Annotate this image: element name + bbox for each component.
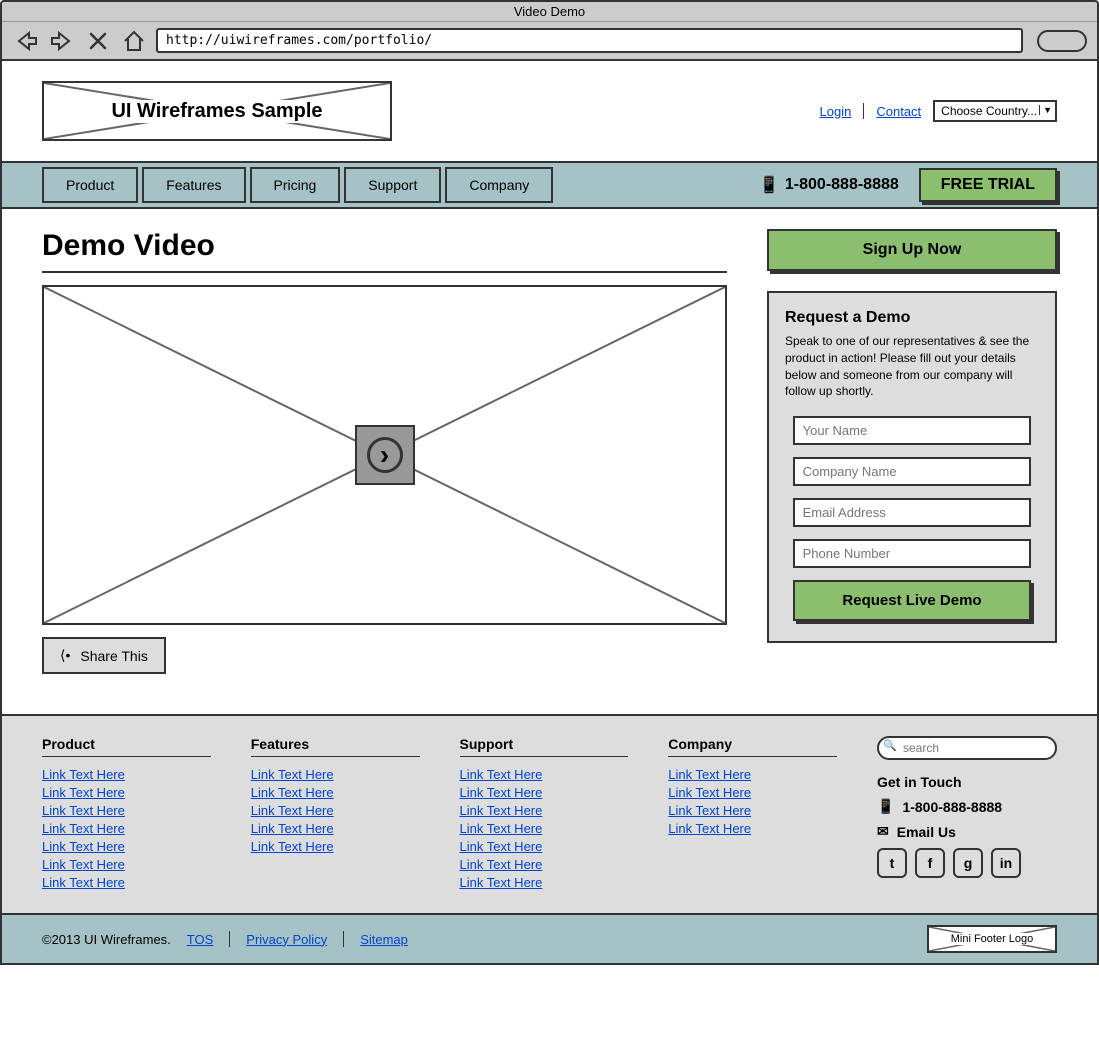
footer-col-title: Support — [460, 736, 629, 752]
nav-tab-company[interactable]: Company — [445, 167, 553, 203]
footer-link[interactable]: Link Text Here — [668, 803, 837, 818]
share-button[interactable]: ⟨• Share This — [42, 637, 166, 674]
nav-tab-features[interactable]: Features — [142, 167, 245, 203]
back-button[interactable] — [12, 29, 40, 53]
footer-link[interactable]: Link Text Here — [668, 785, 837, 800]
facebook-icon[interactable]: f — [915, 848, 945, 878]
mini-footer-logo[interactable]: Mini Footer Logo — [927, 925, 1057, 953]
footer-link[interactable]: Link Text Here — [460, 875, 629, 890]
nav-tab-support[interactable]: Support — [344, 167, 441, 203]
footer-col-title: Features — [251, 736, 420, 752]
footer-link[interactable]: Link Text Here — [460, 785, 629, 800]
footer-col-title: Product — [42, 736, 211, 752]
footer-link[interactable]: Link Text Here — [251, 785, 420, 800]
footer-phone: 1-800-888-8888 — [902, 799, 1002, 815]
share-icon: ⟨• — [60, 647, 70, 664]
footer-link[interactable]: Link Text Here — [251, 767, 420, 782]
tos-link[interactable]: TOS — [187, 932, 214, 947]
phone-icon: 📱 — [759, 175, 779, 195]
footer-link[interactable]: Link Text Here — [460, 803, 629, 818]
form-title: Request a Demo — [785, 309, 1039, 327]
signup-button[interactable]: Sign Up Now — [767, 229, 1057, 271]
forward-button[interactable] — [48, 29, 76, 53]
url-input[interactable] — [156, 28, 1023, 53]
divider — [863, 103, 864, 119]
footer-link[interactable]: Link Text Here — [251, 803, 420, 818]
footer-link[interactable]: Link Text Here — [42, 839, 211, 854]
free-trial-button[interactable]: FREE TRIAL — [919, 168, 1057, 202]
request-demo-button[interactable]: Request Live Demo — [793, 580, 1032, 621]
footer-link[interactable]: Link Text Here — [251, 821, 420, 836]
privacy-link[interactable]: Privacy Policy — [246, 932, 327, 947]
footer-link[interactable]: Link Text Here — [460, 767, 629, 782]
footer-link[interactable]: Link Text Here — [251, 839, 420, 854]
copyright: ©2013 UI Wireframes. — [42, 932, 171, 947]
footer-link[interactable]: Link Text Here — [460, 857, 629, 872]
window-title: Video Demo — [2, 2, 1097, 22]
browser-search[interactable] — [1037, 30, 1087, 52]
footer-search-input[interactable] — [877, 736, 1057, 760]
nav-tab-product[interactable]: Product — [42, 167, 138, 203]
footer-link[interactable]: Link Text Here — [42, 803, 211, 818]
play-button[interactable] — [355, 425, 415, 485]
email-field[interactable] — [793, 498, 1032, 527]
country-select[interactable]: Choose Country... — [933, 100, 1057, 122]
linkedin-icon[interactable]: in — [991, 848, 1021, 878]
name-field[interactable] — [793, 416, 1032, 445]
mail-icon: ✉ — [877, 823, 889, 840]
footer-link[interactable]: Link Text Here — [42, 857, 211, 872]
twitter-icon[interactable]: t — [877, 848, 907, 878]
video-player[interactable] — [42, 285, 727, 625]
nav-tab-pricing[interactable]: Pricing — [250, 167, 341, 203]
nav-phone: 1-800-888-8888 — [785, 176, 899, 194]
phone-field[interactable] — [793, 539, 1032, 568]
footer-link[interactable]: Link Text Here — [668, 767, 837, 782]
google-icon[interactable]: g — [953, 848, 983, 878]
form-description: Speak to one of our representatives & se… — [785, 333, 1039, 400]
login-link[interactable]: Login — [820, 104, 852, 119]
sitemap-link[interactable]: Sitemap — [360, 932, 408, 947]
email-us-link[interactable]: Email Us — [897, 824, 956, 840]
footer-link[interactable]: Link Text Here — [460, 821, 629, 836]
footer-link[interactable]: Link Text Here — [460, 839, 629, 854]
footer-link[interactable]: Link Text Here — [42, 875, 211, 890]
footer-link[interactable]: Link Text Here — [42, 767, 211, 782]
page-title: Demo Video — [42, 229, 727, 263]
title-divider — [42, 271, 727, 273]
home-button[interactable] — [120, 29, 148, 53]
footer-link[interactable]: Link Text Here — [42, 785, 211, 800]
phone-icon: 📱 — [877, 798, 894, 815]
footer-col-title: Company — [668, 736, 837, 752]
get-in-touch-title: Get in Touch — [877, 774, 1057, 790]
stop-button[interactable] — [84, 29, 112, 53]
contact-link[interactable]: Contact — [876, 104, 921, 119]
demo-form: Request a Demo Speak to one of our repre… — [767, 291, 1057, 643]
company-field[interactable] — [793, 457, 1032, 486]
footer-link[interactable]: Link Text Here — [668, 821, 837, 836]
site-logo[interactable]: UI Wireframes Sample — [42, 81, 392, 141]
footer-link[interactable]: Link Text Here — [42, 821, 211, 836]
